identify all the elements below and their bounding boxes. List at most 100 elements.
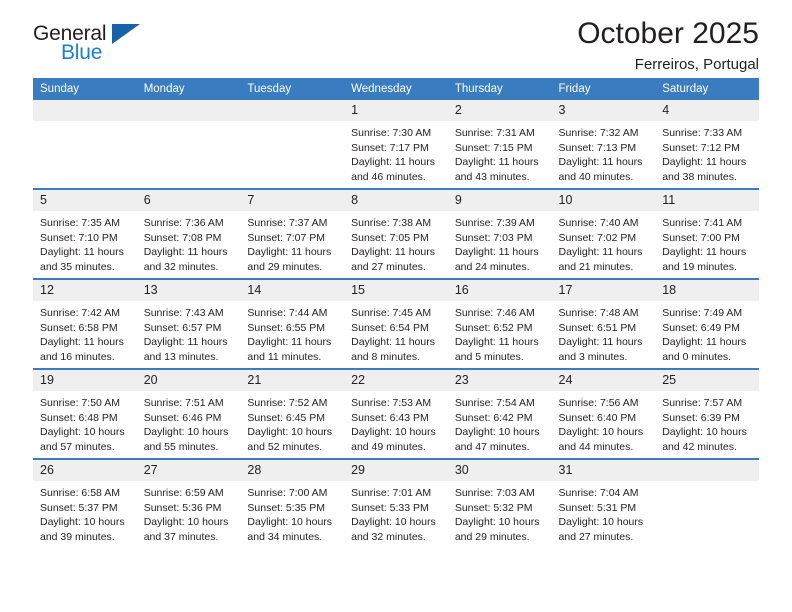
daylight-text-line2: and 21 minutes. <box>558 260 634 273</box>
sunset-text: Sunset: 6:49 PM <box>662 321 740 334</box>
calendar-day-cell[interactable]: 31 Sunrise: 7:04 AM Sunset: 5:31 PM Dayligh… <box>551 458 656 548</box>
calendar-day-cell[interactable]: 23 Sunrise: 7:54 AM Sunset: 6:42 PM Dayligh… <box>447 368 552 459</box>
calendar-day-cell[interactable]: 17 Sunrise: 7:48 AM Sunset: 6:51 PM Dayligh… <box>551 278 656 369</box>
calendar-day-cell[interactable]: 8 Sunrise: 7:38 AM Sunset: 7:05 PM Daylight… <box>344 188 448 279</box>
calendar-day-cell[interactable]: 11 Sunrise: 7:41 AM Sunset: 7:00 PM Dayligh… <box>655 188 759 279</box>
sunset-text: Sunset: 5:37 PM <box>40 501 118 514</box>
calendar-day-cell[interactable]: 19 Sunrise: 7:50 AM Sunset: 6:48 PM Dayligh… <box>33 368 137 459</box>
daylight-text-line1: Daylight: 11 hours <box>662 156 747 169</box>
calendar-day-cell[interactable]: 28 Sunrise: 7:00 AM Sunset: 5:35 PM Dayligh… <box>240 458 345 548</box>
calendar-day-cell[interactable]: 12 Sunrise: 7:42 AM Sunset: 6:58 PM Dayligh… <box>33 278 137 369</box>
sunrise-text: Sunrise: 7:35 AM <box>40 217 120 229</box>
calendar-day-cell[interactable]: 14 Sunrise: 7:44 AM Sunset: 6:55 PM Dayligh… <box>240 278 345 369</box>
calendar-day-cell[interactable]: 6 Sunrise: 7:36 AM Sunset: 7:08 PM Daylight… <box>136 188 241 279</box>
calendar-day-cell[interactable]: 2 Sunrise: 7:31 AM Sunset: 7:15 PM Daylight… <box>447 100 552 189</box>
sunrise-text: Sunrise: 7:44 AM <box>247 307 328 319</box>
day-details: Sunrise: 7:46 AM Sunset: 6:52 PM Daylight:… <box>448 301 552 364</box>
sunrise-text: Sunrise: 7:43 AM <box>143 307 224 319</box>
calendar-day-cell[interactable]: 1 Sunrise: 7:30 AM Sunset: 7:17 PM Daylight… <box>344 100 448 189</box>
calendar-day-cell-empty <box>136 100 241 189</box>
day-number: 30 <box>447 460 552 481</box>
calendar-body: 1 Sunrise: 7:30 AM Sunset: 7:17 PM Daylight… <box>33 100 759 548</box>
day-number: 20 <box>136 370 241 391</box>
calendar-day-cell[interactable]: 24 Sunrise: 7:56 AM Sunset: 6:40 PM Dayligh… <box>551 368 656 459</box>
day-number: 31 <box>551 460 656 481</box>
calendar-day-cell[interactable]: 20 Sunrise: 7:51 AM Sunset: 6:46 PM Dayligh… <box>136 368 241 459</box>
day-number: 24 <box>551 370 656 391</box>
daylight-text-line1: Daylight: 11 hours <box>351 336 435 349</box>
day-number: 23 <box>447 370 552 391</box>
weekday-header-wednesday: Wednesday <box>344 78 448 100</box>
calendar-day-cell[interactable]: 16 Sunrise: 7:46 AM Sunset: 6:52 PM Dayligh… <box>447 278 552 369</box>
sunrise-text: Sunrise: 7:32 AM <box>558 127 639 139</box>
daylight-text-line2: and 3 minutes. <box>558 350 628 363</box>
calendar-day-cell-empty <box>33 100 137 189</box>
calendar-day-cell[interactable]: 27 Sunrise: 6:59 AM Sunset: 5:36 PM Dayligh… <box>136 458 241 548</box>
day-number: 4 <box>655 100 759 121</box>
calendar-day-cell[interactable]: 15 Sunrise: 7:45 AM Sunset: 6:54 PM Dayligh… <box>344 278 448 369</box>
calendar-day-cell[interactable]: 9 Sunrise: 7:39 AM Sunset: 7:03 PM Daylight… <box>447 188 552 279</box>
sunset-text: Sunset: 6:57 PM <box>143 321 222 334</box>
daylight-text-line1: Daylight: 11 hours <box>454 246 539 259</box>
daylight-text-line1: Daylight: 10 hours <box>247 426 333 439</box>
calendar-day-cell[interactable]: 21 Sunrise: 7:52 AM Sunset: 6:45 PM Dayligh… <box>240 368 345 459</box>
logo-text-blue: Blue <box>61 41 103 64</box>
day-details: Sunrise: 7:40 AM Sunset: 7:02 PM Daylight:… <box>552 211 656 274</box>
calendar-day-cell[interactable]: 29 Sunrise: 7:01 AM Sunset: 5:33 PM Dayligh… <box>344 458 448 548</box>
sunset-text: Sunset: 7:15 PM <box>454 141 533 154</box>
calendar-day-cell[interactable]: 25 Sunrise: 7:57 AM Sunset: 6:39 PM Dayligh… <box>655 368 759 459</box>
daylight-text-line1: Daylight: 10 hours <box>247 516 333 529</box>
sunrise-text: Sunrise: 7:36 AM <box>143 217 224 229</box>
calendar-week-row: 1 Sunrise: 7:30 AM Sunset: 7:17 PM Daylight… <box>33 100 759 189</box>
daylight-text-line2: and 5 minutes. <box>454 350 524 363</box>
daylight-text-line2: and 42 minutes. <box>662 440 737 453</box>
day-number: 25 <box>655 370 759 391</box>
day-details: Sunrise: 7:37 AM Sunset: 7:07 PM Daylight:… <box>240 211 344 274</box>
sunrise-text: Sunrise: 7:53 AM <box>351 397 432 409</box>
day-number: 7 <box>240 190 345 211</box>
day-number: 8 <box>344 190 448 211</box>
sunset-text: Sunset: 7:03 PM <box>454 231 533 244</box>
daylight-text-line2: and 29 minutes. <box>247 260 323 273</box>
calendar-day-cell[interactable]: 26 Sunrise: 6:58 AM Sunset: 5:37 PM Dayligh… <box>33 458 137 548</box>
day-number <box>655 460 759 481</box>
day-details: Sunrise: 7:32 AM Sunset: 7:13 PM Daylight:… <box>552 121 656 184</box>
calendar-day-cell[interactable]: 7 Sunrise: 7:37 AM Sunset: 7:07 PM Daylight… <box>240 188 345 279</box>
day-number: 19 <box>33 370 137 391</box>
daylight-text-line1: Daylight: 10 hours <box>662 426 747 439</box>
weekday-header-friday: Friday <box>551 78 656 100</box>
sunrise-text: Sunrise: 7:42 AM <box>40 307 120 319</box>
sunrise-text: Sunrise: 7:03 AM <box>454 487 535 499</box>
calendar-day-cell[interactable]: 10 Sunrise: 7:40 AM Sunset: 7:02 PM Dayligh… <box>551 188 656 279</box>
calendar-day-cell[interactable]: 18 Sunrise: 7:49 AM Sunset: 6:49 PM Dayligh… <box>655 278 759 369</box>
day-details: Sunrise: 7:04 AM Sunset: 5:31 PM Daylight:… <box>552 481 656 544</box>
daylight-text-line1: Daylight: 11 hours <box>40 336 124 349</box>
sunset-text: Sunset: 6:58 PM <box>40 321 118 334</box>
sunrise-text: Sunrise: 7:46 AM <box>454 307 535 319</box>
weekday-header-saturday: Saturday <box>655 78 759 100</box>
calendar-day-cell[interactable]: 4 Sunrise: 7:33 AM Sunset: 7:12 PM Daylight… <box>655 100 759 189</box>
day-details: Sunrise: 7:50 AM Sunset: 6:48 PM Daylight:… <box>33 391 137 454</box>
calendar-day-cell[interactable]: 22 Sunrise: 7:53 AM Sunset: 6:43 PM Dayligh… <box>344 368 448 459</box>
calendar-day-cell[interactable]: 13 Sunrise: 7:43 AM Sunset: 6:57 PM Dayligh… <box>136 278 241 369</box>
calendar-day-cell[interactable]: 3 Sunrise: 7:32 AM Sunset: 7:13 PM Daylight… <box>551 100 656 189</box>
daylight-text-line2: and 52 minutes. <box>247 440 323 453</box>
calendar-day-cell[interactable]: 5 Sunrise: 7:35 AM Sunset: 7:10 PM Daylight… <box>33 188 137 279</box>
weekday-header-sunday: Sunday <box>33 78 137 100</box>
day-details: Sunrise: 7:56 AM Sunset: 6:40 PM Daylight:… <box>552 391 656 454</box>
calendar-day-cell[interactable]: 30 Sunrise: 7:03 AM Sunset: 5:32 PM Dayligh… <box>447 458 552 548</box>
page-header: General Blue October 2025 Ferreiros, Por… <box>33 0 759 78</box>
daylight-text-line2: and 32 minutes. <box>351 530 426 543</box>
day-details: Sunrise: 7:54 AM Sunset: 6:42 PM Daylight:… <box>448 391 552 454</box>
day-details: Sunrise: 7:49 AM Sunset: 6:49 PM Daylight:… <box>655 301 759 364</box>
calendar-week-row: 5 Sunrise: 7:35 AM Sunset: 7:10 PM Daylight… <box>33 188 759 279</box>
day-details: Sunrise: 7:42 AM Sunset: 6:58 PM Daylight:… <box>33 301 137 364</box>
generalblue-logo[interactable]: General Blue <box>33 22 163 68</box>
sunrise-text: Sunrise: 7:33 AM <box>662 127 743 139</box>
daylight-text-line1: Daylight: 11 hours <box>558 156 643 169</box>
daylight-text-line2: and 16 minutes. <box>40 350 115 363</box>
sunrise-text: Sunrise: 7:39 AM <box>454 217 535 229</box>
day-number: 3 <box>551 100 656 121</box>
day-details: Sunrise: 6:58 AM Sunset: 5:37 PM Daylight:… <box>33 481 137 544</box>
sunset-text: Sunset: 7:07 PM <box>247 231 326 244</box>
